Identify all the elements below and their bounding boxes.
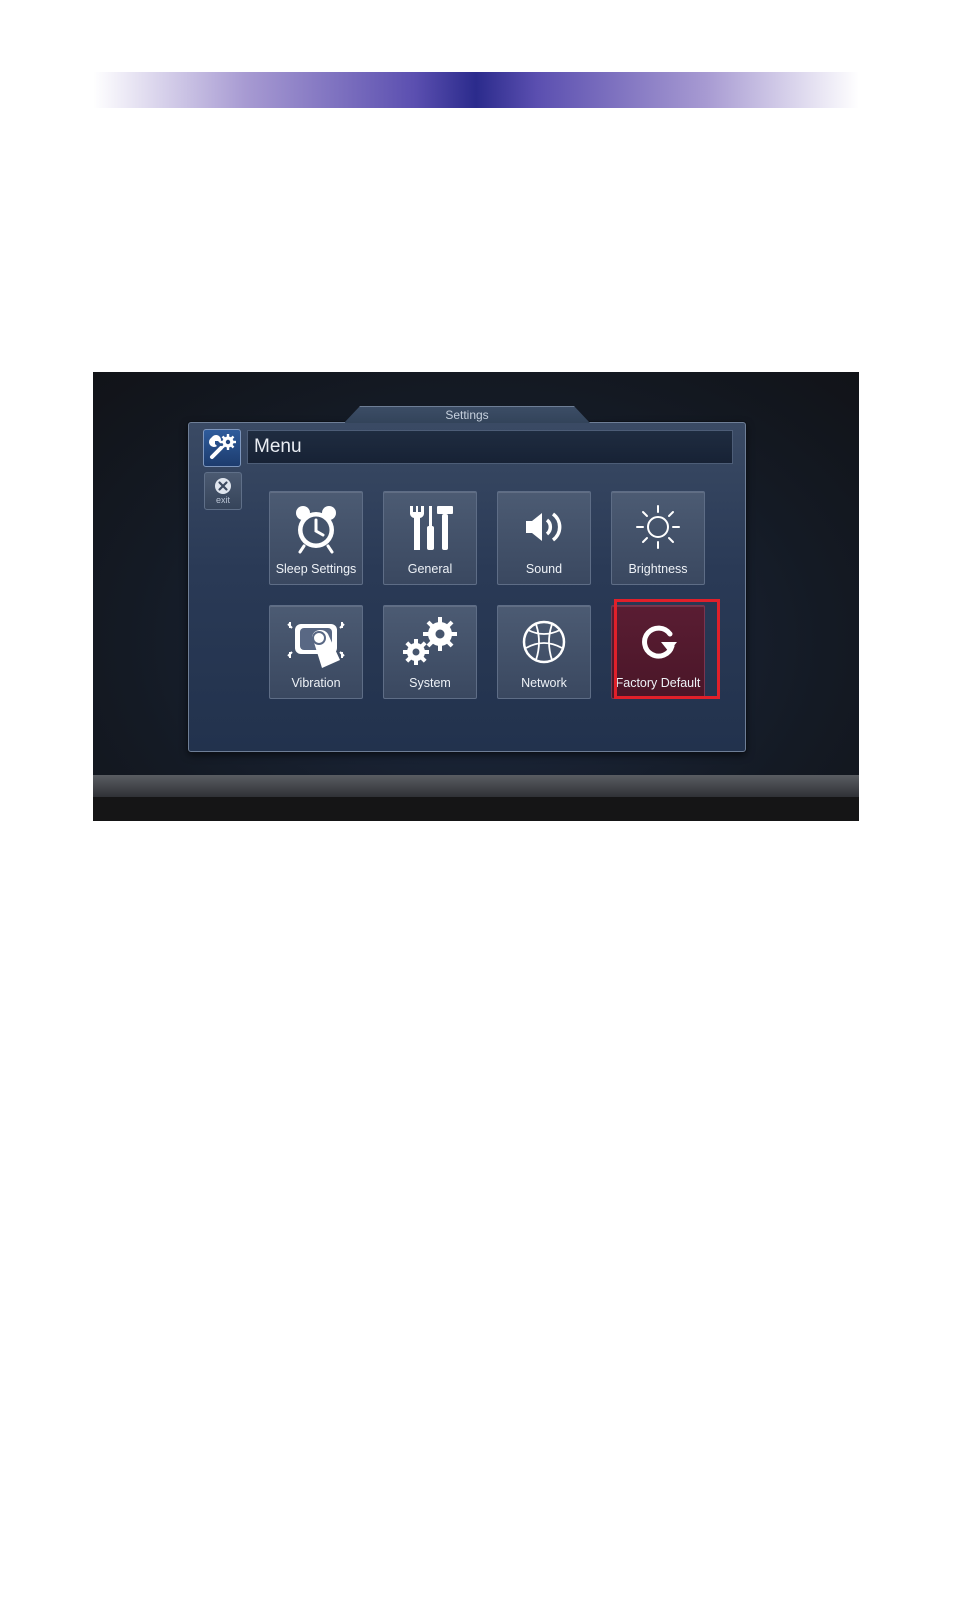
- device-screen: Settings Menu exit Sleep Settings Genera…: [93, 372, 859, 821]
- settings-tab-label: Settings: [445, 408, 489, 422]
- alarm-clock-icon: [296, 506, 336, 554]
- tile-network[interactable]: Network: [497, 605, 591, 699]
- wrench-gear-icon: [203, 429, 241, 467]
- speaker-icon: [526, 512, 562, 542]
- bottom-strip: [93, 797, 859, 821]
- tile-general[interactable]: General: [383, 491, 477, 585]
- close-circle-icon: [215, 478, 231, 494]
- menu-title: Menu: [254, 436, 302, 457]
- tile-label: Sleep Settings: [275, 562, 357, 576]
- bottom-band: [93, 775, 859, 797]
- tile-label: Sound: [525, 562, 563, 576]
- sun-icon: [636, 505, 680, 549]
- tile-system[interactable]: System: [383, 605, 477, 699]
- exit-button[interactable]: exit: [204, 472, 242, 510]
- header-gradient-bar: [93, 72, 859, 108]
- globe-icon: [522, 620, 566, 664]
- tile-label: Vibration: [291, 676, 341, 690]
- menu-title-bar: Menu: [247, 430, 733, 464]
- tile-label: Network: [521, 676, 567, 690]
- tile-label: Brightness: [628, 562, 688, 576]
- gears-icon: [403, 617, 457, 665]
- tile-label: System: [409, 676, 451, 690]
- tools-icon: [410, 506, 453, 550]
- tile-brightness[interactable]: Brightness: [611, 491, 705, 585]
- exit-label: exit: [215, 495, 230, 505]
- selection-highlight-box: [614, 599, 720, 699]
- settings-panel: Settings Menu exit Sleep Settings Genera…: [188, 406, 746, 752]
- tile-vibration[interactable]: Vibration: [269, 605, 363, 699]
- vibration-icon: [287, 622, 345, 668]
- tile-sound[interactable]: Sound: [497, 491, 591, 585]
- tile-label: General: [407, 562, 453, 576]
- tile-sleep-settings[interactable]: Sleep Settings: [269, 491, 363, 585]
